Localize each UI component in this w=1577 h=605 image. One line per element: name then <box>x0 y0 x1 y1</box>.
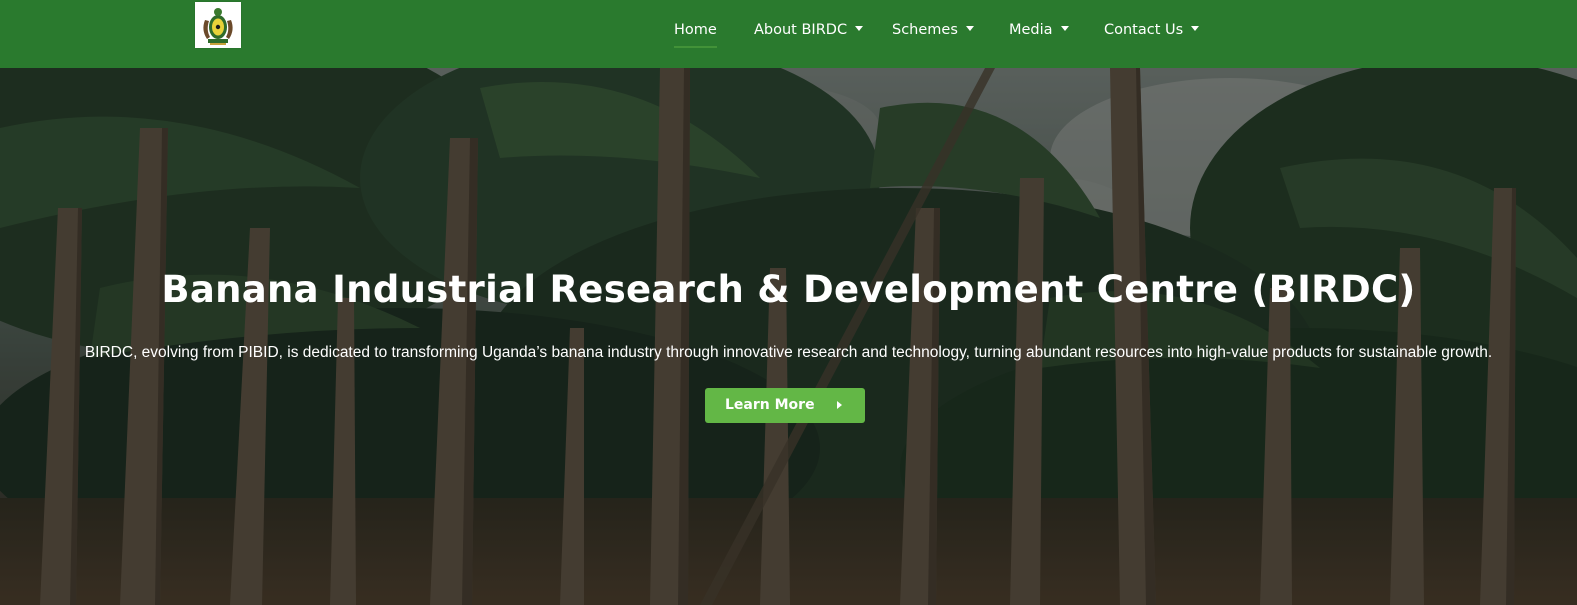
coat-of-arms-icon <box>195 2 241 48</box>
learn-more-button[interactable]: Learn More <box>705 388 865 423</box>
learn-more-label: Learn More <box>725 397 815 413</box>
chevron-right-icon <box>837 401 842 409</box>
nav-schemes[interactable]: Schemes <box>892 18 974 42</box>
top-navbar: Home About BIRDC Schemes Media Contact U… <box>0 0 1577 68</box>
nav-about-birdc[interactable]: About BIRDC <box>754 18 864 42</box>
caret-down-icon <box>855 26 864 31</box>
hero-section: Banana Industrial Research & Development… <box>0 68 1577 605</box>
hero-description: BIRDC, evolving from PIBID, is dedicated… <box>84 344 1493 361</box>
nav-media[interactable]: Media <box>1009 18 1069 42</box>
nav-contact-us[interactable]: Contact Us <box>1104 18 1200 42</box>
nav-schemes-label: Schemes <box>892 22 958 38</box>
nav-media-label: Media <box>1009 22 1053 38</box>
caret-down-icon <box>1191 26 1200 31</box>
hero-title: Banana Industrial Research & Development… <box>161 268 1416 311</box>
site-logo[interactable] <box>195 2 241 48</box>
caret-down-icon <box>965 26 974 31</box>
page: Home About BIRDC Schemes Media Contact U… <box>0 0 1577 605</box>
nav-contact-label: Contact Us <box>1104 22 1184 38</box>
nav-home-label: Home <box>674 22 717 38</box>
caret-down-icon <box>1060 26 1069 31</box>
nav-home[interactable]: Home <box>674 18 717 48</box>
active-indicator <box>674 46 717 48</box>
nav-about-label: About BIRDC <box>754 22 848 38</box>
hero-dark-overlay <box>0 68 1577 605</box>
